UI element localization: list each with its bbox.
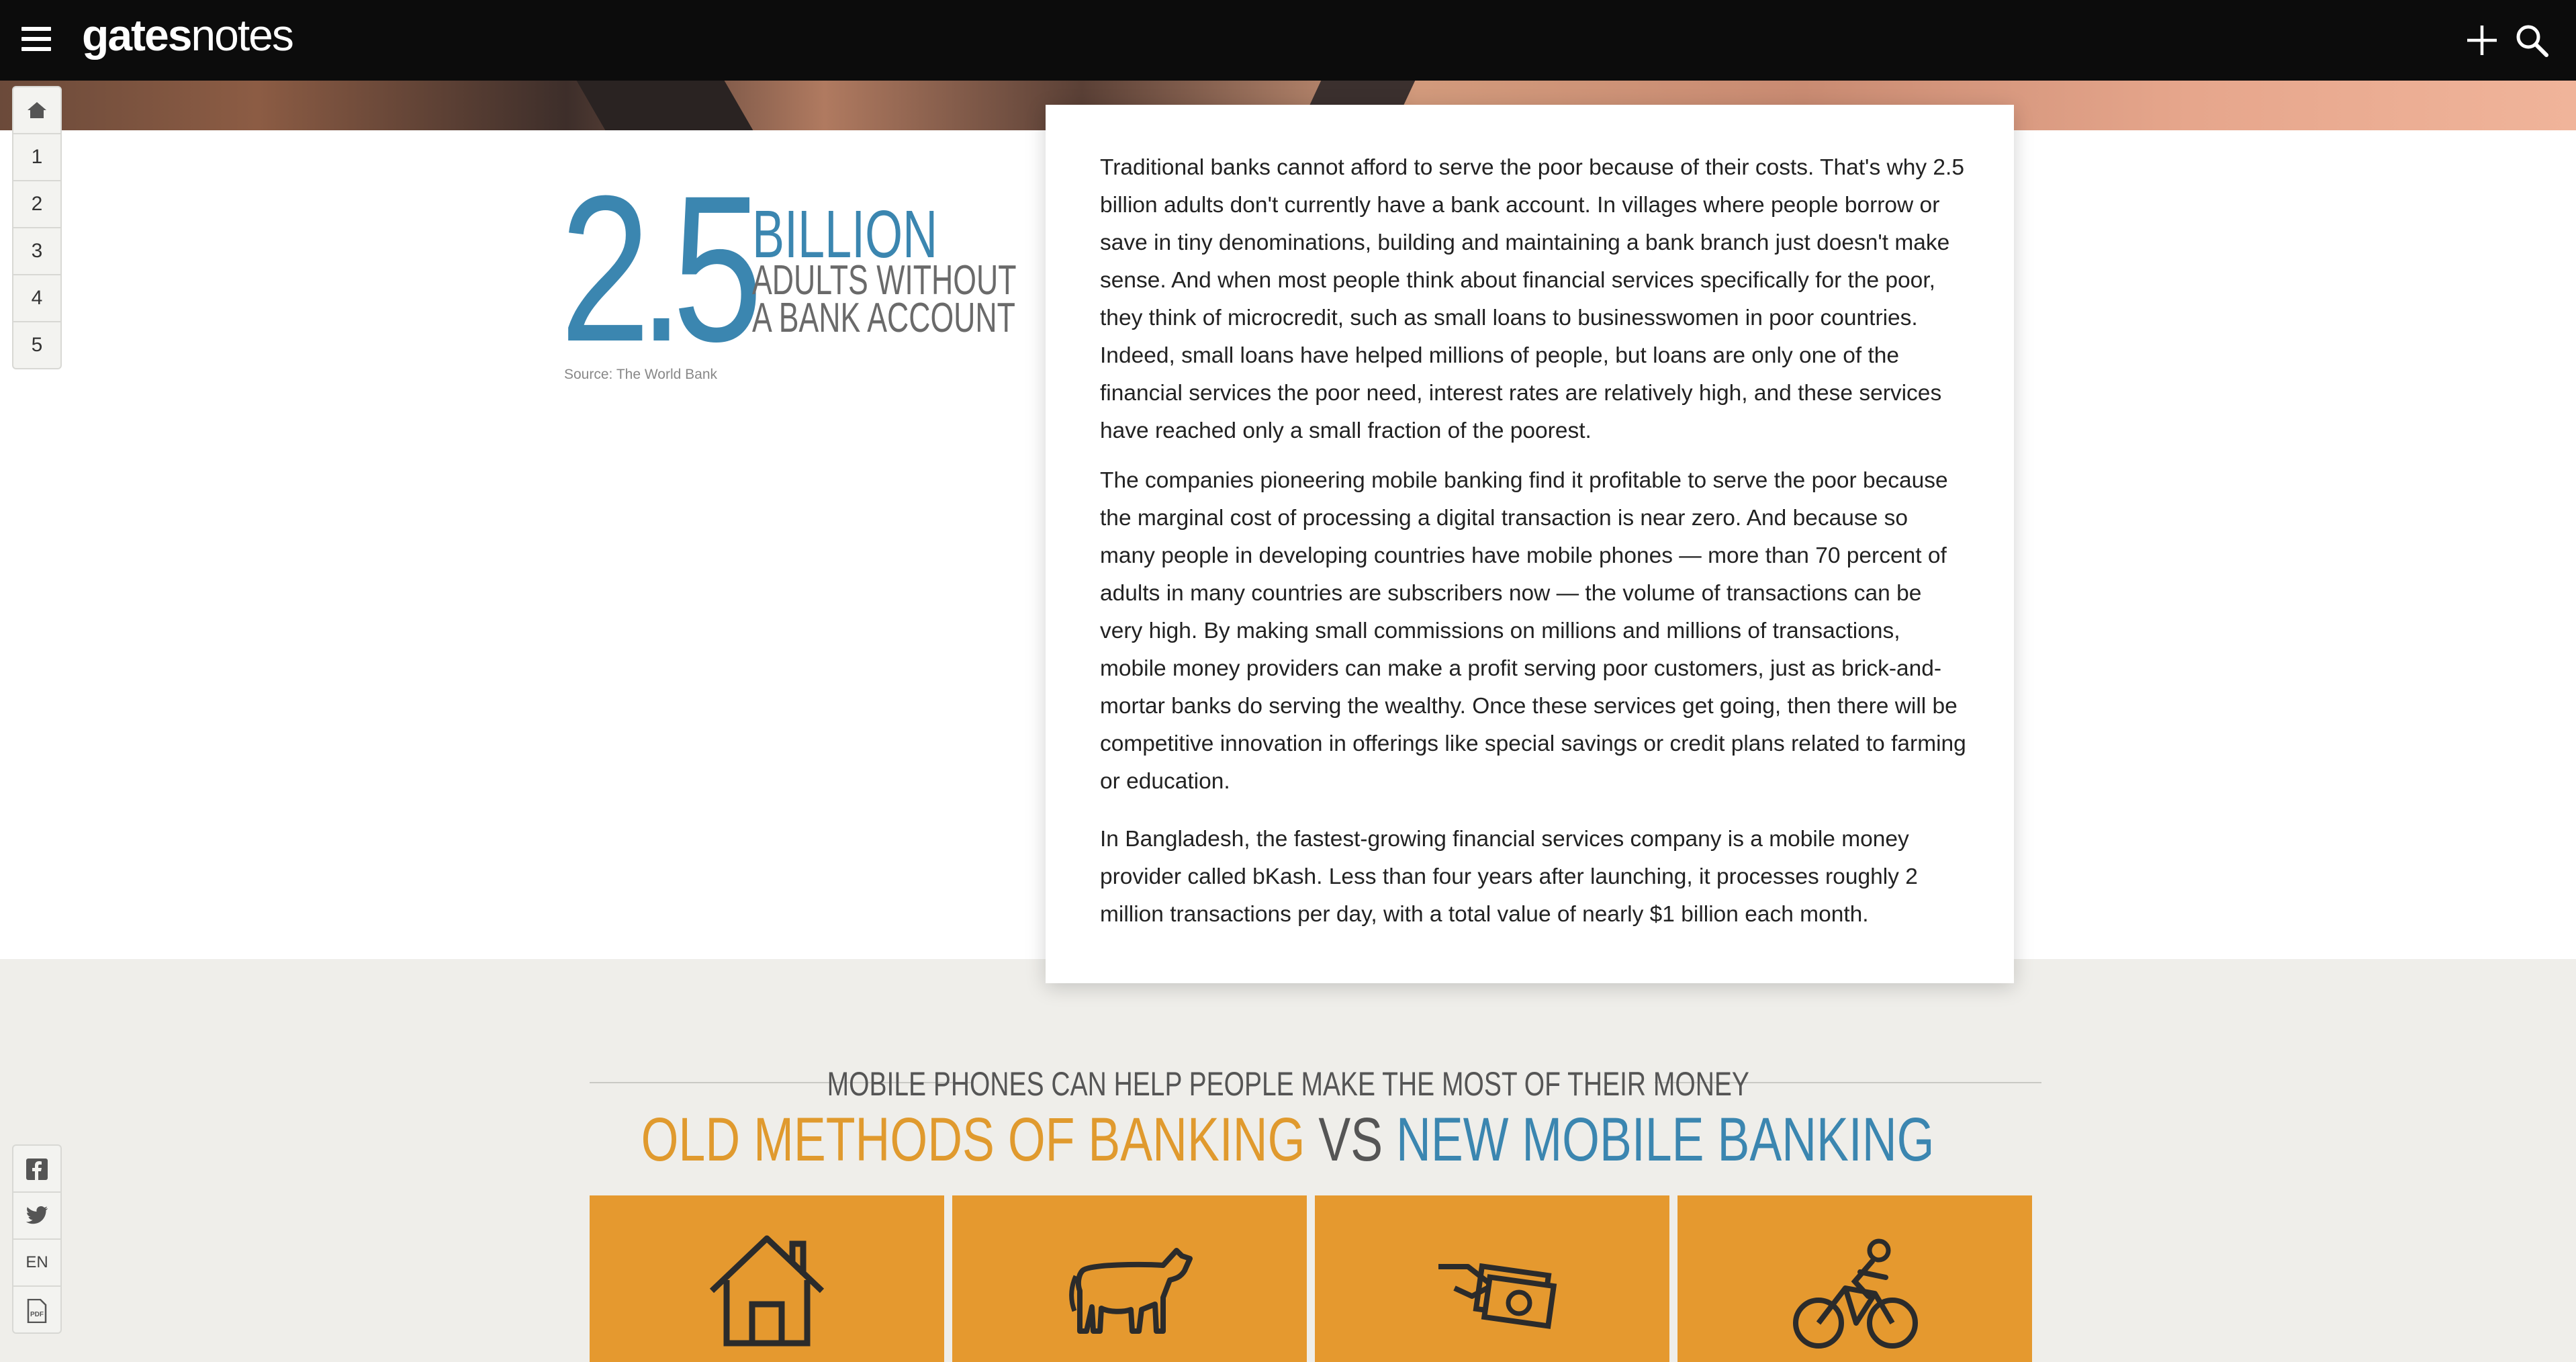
tile-house[interactable] [590,1195,944,1362]
article-card: Traditional banks cannot afford to serve… [1046,105,2014,983]
search-icon[interactable] [2512,20,2552,60]
infographic-kicker: MOBILE PHONES CAN HELP PEOPLE MAKE THE M… [827,1065,1749,1103]
tile-livestock[interactable] [952,1195,1307,1362]
vs-label: VS [1318,1105,1383,1174]
menu-icon[interactable] [21,27,51,54]
language-selector[interactable]: EN [13,1240,60,1287]
share-bar: EN PDF [12,1144,62,1334]
section-nav-1[interactable]: 1 [13,134,60,181]
cow-icon [1069,1248,1193,1334]
tile-cash[interactable] [1315,1195,1669,1362]
article-paragraph-1: Traditional banks cannot afford to serve… [1100,155,1964,443]
facebook-icon[interactable] [13,1146,60,1193]
site-logo[interactable]: gatesnotes [82,9,294,60]
article-paragraph-3: In Bangladesh, the fastest-growing finan… [1100,827,1918,927]
section-nav-4[interactable]: 4 [13,275,60,322]
stat-source: Source: The World Bank [564,367,718,382]
article-paragraph-2: The companies pioneering mobile banking … [1100,468,1966,794]
section-nav-2[interactable]: 2 [13,181,60,228]
pdf-icon[interactable]: PDF [13,1287,60,1332]
section-nav-5[interactable]: 5 [13,322,60,368]
cash-hand-icon [1438,1263,1557,1329]
house-icon [709,1235,825,1347]
plus-icon[interactable] [2462,20,2502,60]
section-nav-3[interactable]: 3 [13,228,60,275]
logo-thin: notes [191,10,293,60]
stat-number: 2.5 [560,152,763,385]
section-nav: 1 2 3 4 5 [12,86,62,369]
home-icon[interactable] [13,87,60,134]
twitter-icon[interactable] [13,1193,60,1240]
cyclist-icon [1793,1238,1918,1349]
infographic-title: OLD METHODS OF BANKING VS NEW MOBILE BAN… [0,1105,2576,1175]
tile-bicycle[interactable] [1677,1195,2032,1362]
top-nav-bar: gatesnotes [0,0,2576,81]
svg-text:PDF: PDF [30,1311,44,1318]
logo-bold: gates [82,10,192,60]
stat-description: ADULTS WITHOUT A BANK ACCOUNT [752,257,1017,341]
new-banking-label: NEW MOBILE BANKING [1396,1105,1935,1174]
old-banking-label: OLD METHODS OF BANKING [641,1105,1305,1174]
